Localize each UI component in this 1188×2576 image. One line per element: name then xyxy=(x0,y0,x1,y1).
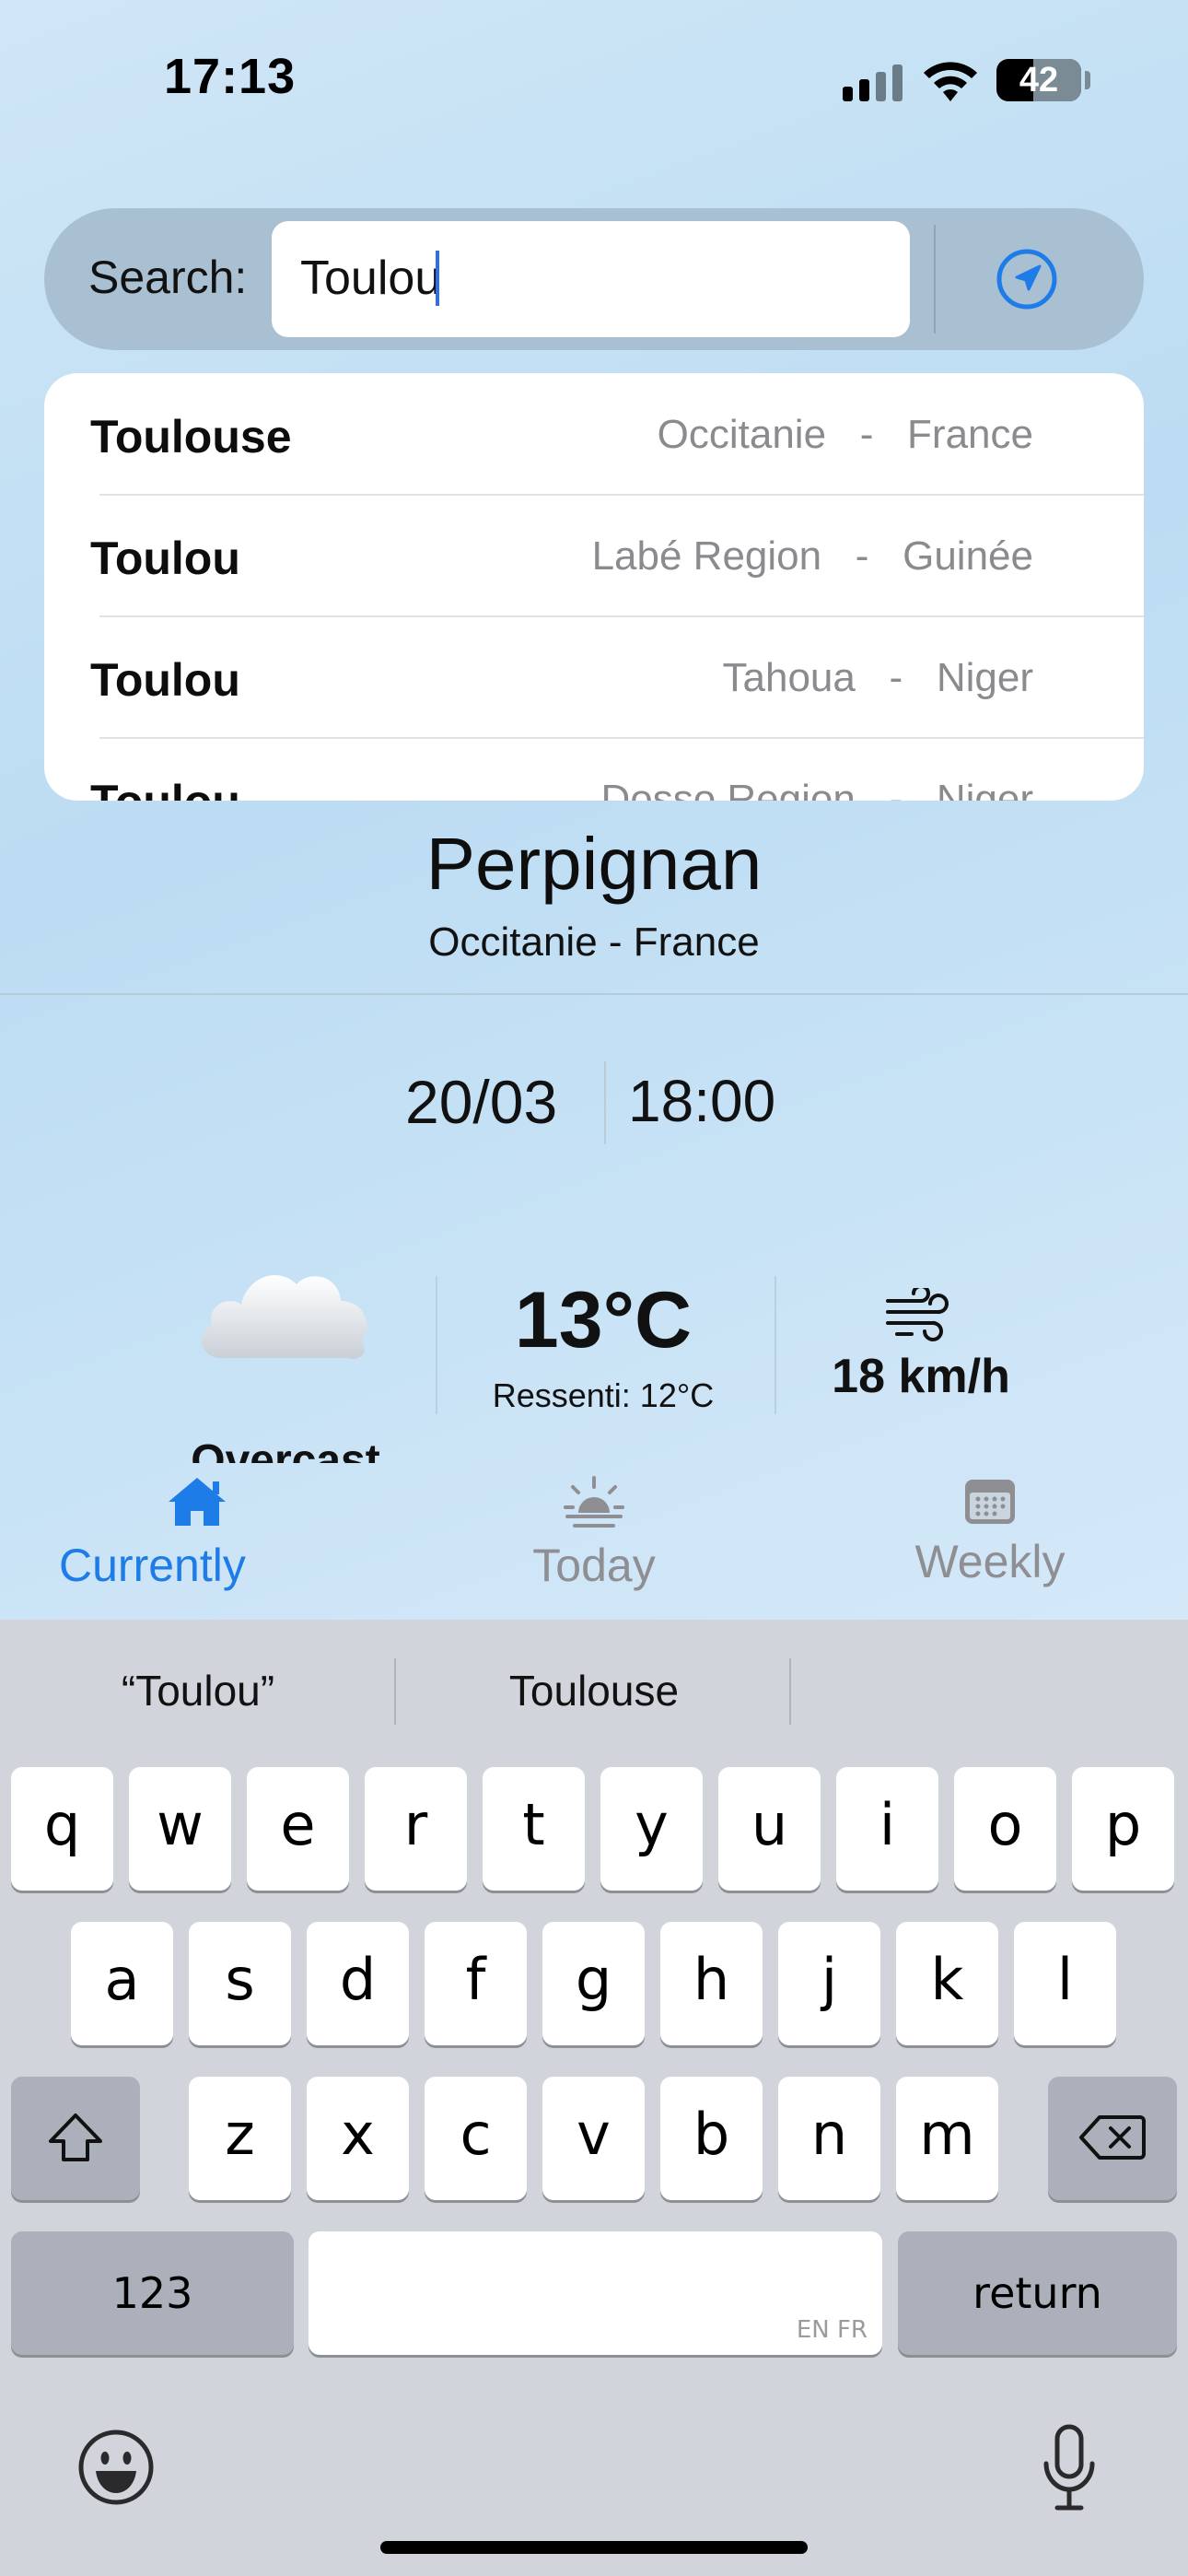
key-s[interactable]: s xyxy=(189,1922,291,2045)
backspace-icon xyxy=(1079,2115,1146,2160)
key-a[interactable]: a xyxy=(71,1922,173,2045)
key-q[interactable]: q xyxy=(11,1767,113,1891)
suggestion-list: Toulouse Occitanie - France Toulou Labé … xyxy=(44,373,1144,801)
search-divider xyxy=(934,225,936,334)
prediction-item[interactable]: “Toulou” xyxy=(28,1658,368,1723)
key-e[interactable]: e xyxy=(247,1767,349,1891)
wind-icon xyxy=(886,1288,949,1341)
suggestion-city: Toulou xyxy=(90,654,240,706)
search-input-value[interactable]: Toulou xyxy=(300,251,441,306)
prediction-divider xyxy=(789,1658,791,1725)
key-r[interactable]: r xyxy=(365,1767,467,1891)
prediction-item[interactable] xyxy=(814,1658,1164,1723)
key-c[interactable]: c xyxy=(425,2077,527,2200)
tab-label: Weekly xyxy=(914,1536,1066,1587)
sunrise-icon xyxy=(564,1476,624,1528)
suggestion-item[interactable]: Toulouse Occitanie - France xyxy=(44,373,1089,495)
location-arrow-icon[interactable] xyxy=(995,247,1059,311)
key-m[interactable]: m xyxy=(896,2077,998,2200)
suggestion-city: Toulou xyxy=(90,775,240,801)
calendar-icon xyxy=(965,1480,1015,1524)
date-divider xyxy=(604,1061,606,1144)
space-lang-label: EN FR xyxy=(796,2316,868,2344)
key-f[interactable]: f xyxy=(425,1922,527,2045)
key-i[interactable]: i xyxy=(836,1767,938,1891)
microphone-icon[interactable] xyxy=(1037,2423,1101,2515)
suggestion-region: Occitanie - France xyxy=(657,412,1033,457)
header-divider xyxy=(0,993,1188,995)
return-key[interactable]: return xyxy=(898,2231,1177,2355)
suggestion-region: Dosso Region - Niger xyxy=(600,777,1033,801)
cellular-signal-icon xyxy=(843,63,907,101)
suggestion-city: Toulou xyxy=(90,533,240,584)
suggestion-item[interactable]: Toulou Dosso Region - Niger xyxy=(44,738,1089,801)
tab-weekly[interactable]: Weekly xyxy=(852,1474,1128,1594)
tab-currently[interactable]: Currently xyxy=(59,1474,335,1594)
key-u[interactable]: u xyxy=(718,1767,821,1891)
key-k[interactable]: k xyxy=(896,1922,998,2045)
key-n[interactable]: n xyxy=(778,2077,880,2200)
key-o[interactable]: o xyxy=(954,1767,1056,1891)
suggestion-region: Tahoua - Niger xyxy=(722,655,1034,700)
key-h[interactable]: h xyxy=(660,1922,763,2045)
text-caret xyxy=(436,251,439,306)
shift-icon xyxy=(49,2113,102,2161)
prediction-item[interactable]: Toulouse xyxy=(420,1658,768,1723)
weather-condition: Overcast xyxy=(191,1436,380,1463)
delete-key[interactable] xyxy=(1048,2077,1177,2200)
key-w[interactable]: w xyxy=(129,1767,231,1891)
key-x[interactable]: x xyxy=(307,2077,409,2200)
suggestion-item[interactable]: Toulou Labé Region - Guinée xyxy=(44,495,1089,616)
key-b[interactable]: b xyxy=(660,2077,763,2200)
prediction-divider xyxy=(394,1658,396,1725)
key-p[interactable]: p xyxy=(1072,1767,1174,1891)
weather-divider xyxy=(775,1276,776,1414)
suggestion-region: Labé Region - Guinée xyxy=(591,533,1033,579)
space-key[interactable]: EN FR xyxy=(309,2231,882,2355)
home-indicator[interactable] xyxy=(380,2541,808,2554)
shift-key[interactable] xyxy=(11,2077,140,2200)
key-j[interactable]: j xyxy=(778,1922,880,2045)
wind-speed: 18 km/h xyxy=(832,1350,1010,1403)
city-name: Perpignan xyxy=(425,823,763,905)
battery-cap xyxy=(1085,71,1090,89)
key-l[interactable]: l xyxy=(1014,1922,1116,2045)
date-text: 20/03 xyxy=(405,1068,558,1136)
key-z[interactable]: z xyxy=(189,2077,291,2200)
wifi-icon xyxy=(924,62,977,101)
suggestion-item[interactable]: Toulou Tahoua - Niger xyxy=(44,616,1089,738)
battery-icon: 42 xyxy=(996,59,1081,101)
key-d[interactable]: d xyxy=(307,1922,409,2045)
temperature: 13°C xyxy=(514,1276,693,1364)
tab-label: Today xyxy=(532,1540,656,1591)
tab-label: Currently xyxy=(59,1540,246,1591)
weather-divider xyxy=(436,1276,437,1414)
suggestion-city: Toulouse xyxy=(90,411,292,463)
status-time: 17:13 xyxy=(164,49,297,104)
key-v[interactable]: v xyxy=(542,2077,645,2200)
battery-level: 42 xyxy=(1019,61,1059,100)
city-region: Occitanie - France xyxy=(428,919,760,965)
house-icon xyxy=(169,1478,226,1526)
key-g[interactable]: g xyxy=(542,1922,645,2045)
key-t[interactable]: t xyxy=(483,1767,585,1891)
emoji-icon[interactable] xyxy=(77,2429,155,2506)
key-y[interactable]: y xyxy=(600,1767,703,1891)
numbers-key[interactable]: 123 xyxy=(11,2231,294,2355)
time-text: 18:00 xyxy=(628,1068,776,1134)
search-label: Search: xyxy=(88,252,248,303)
tab-today[interactable]: Today xyxy=(456,1474,732,1594)
feels-like: Ressenti: 12°C xyxy=(492,1376,715,1414)
cloud-icon xyxy=(202,1275,367,1359)
